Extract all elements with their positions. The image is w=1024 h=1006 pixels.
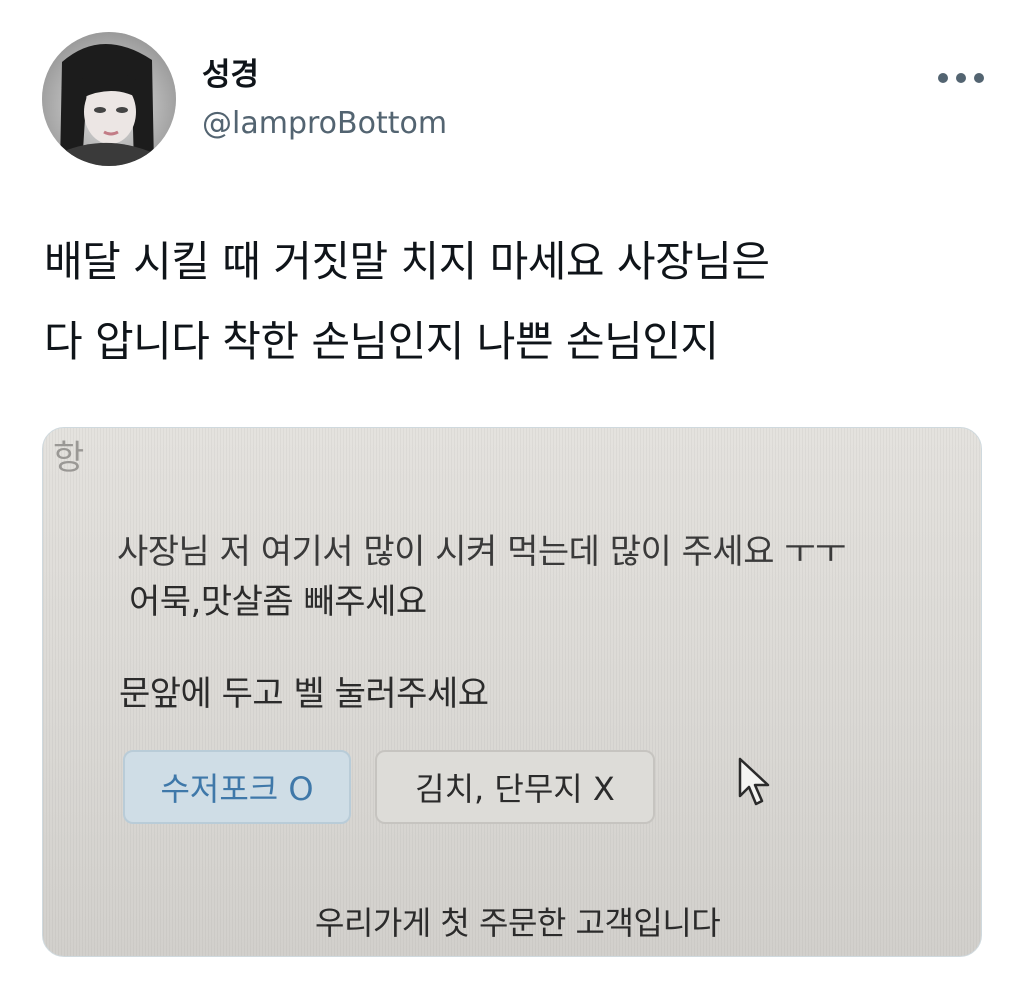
tweet-photo[interactable]: 항 사장님 저 여기서 많이 시켜 먹는데 많이 주세요 ㅜㅜ 어묵,맛살좀 빼…	[42, 427, 982, 957]
tweet-text: 배달 시킬 때 거짓말 치지 마세요 사장님은 다 압니다 착한 손님인지 나쁜…	[44, 222, 994, 382]
photo-chip-kimchi: 김치, 단무지 X	[375, 750, 655, 824]
avatar-image	[42, 32, 176, 166]
tweet-text-line: 배달 시킬 때 거짓말 치지 마세요 사장님은	[44, 237, 770, 286]
avatar[interactable]	[42, 32, 176, 166]
mouse-cursor-icon	[738, 757, 770, 806]
photo-chip-kimchi-label: 김치, 단무지 X	[415, 770, 615, 808]
photo-delivery-note: 문앞에 두고 벨 눌러주세요	[119, 674, 489, 714]
photo-request-line-1: 사장님 저 여기서 많이 시켜 먹는데 많이 주세요 ㅜㅜ	[117, 532, 846, 572]
photo-chip-spoon-fork-label: 수저포크 O	[160, 770, 314, 808]
photo-customer-note: 우리가게 첫 주문한 고객입니다	[315, 904, 721, 942]
photo-chip-spoon-fork: 수저포크 O	[123, 750, 351, 824]
more-options-button[interactable]	[932, 58, 990, 98]
user-handle[interactable]: @lamproBottom	[202, 104, 447, 144]
more-horizontal-icon	[938, 73, 984, 83]
photo-request-line-2: 어묵,맛살좀 빼주세요	[129, 582, 427, 622]
photo-corner-text: 항	[53, 438, 84, 478]
tweet-text-line: 다 압니다 착한 손님인지 나쁜 손님인지	[44, 317, 719, 366]
display-name[interactable]: 성경	[202, 55, 259, 95]
